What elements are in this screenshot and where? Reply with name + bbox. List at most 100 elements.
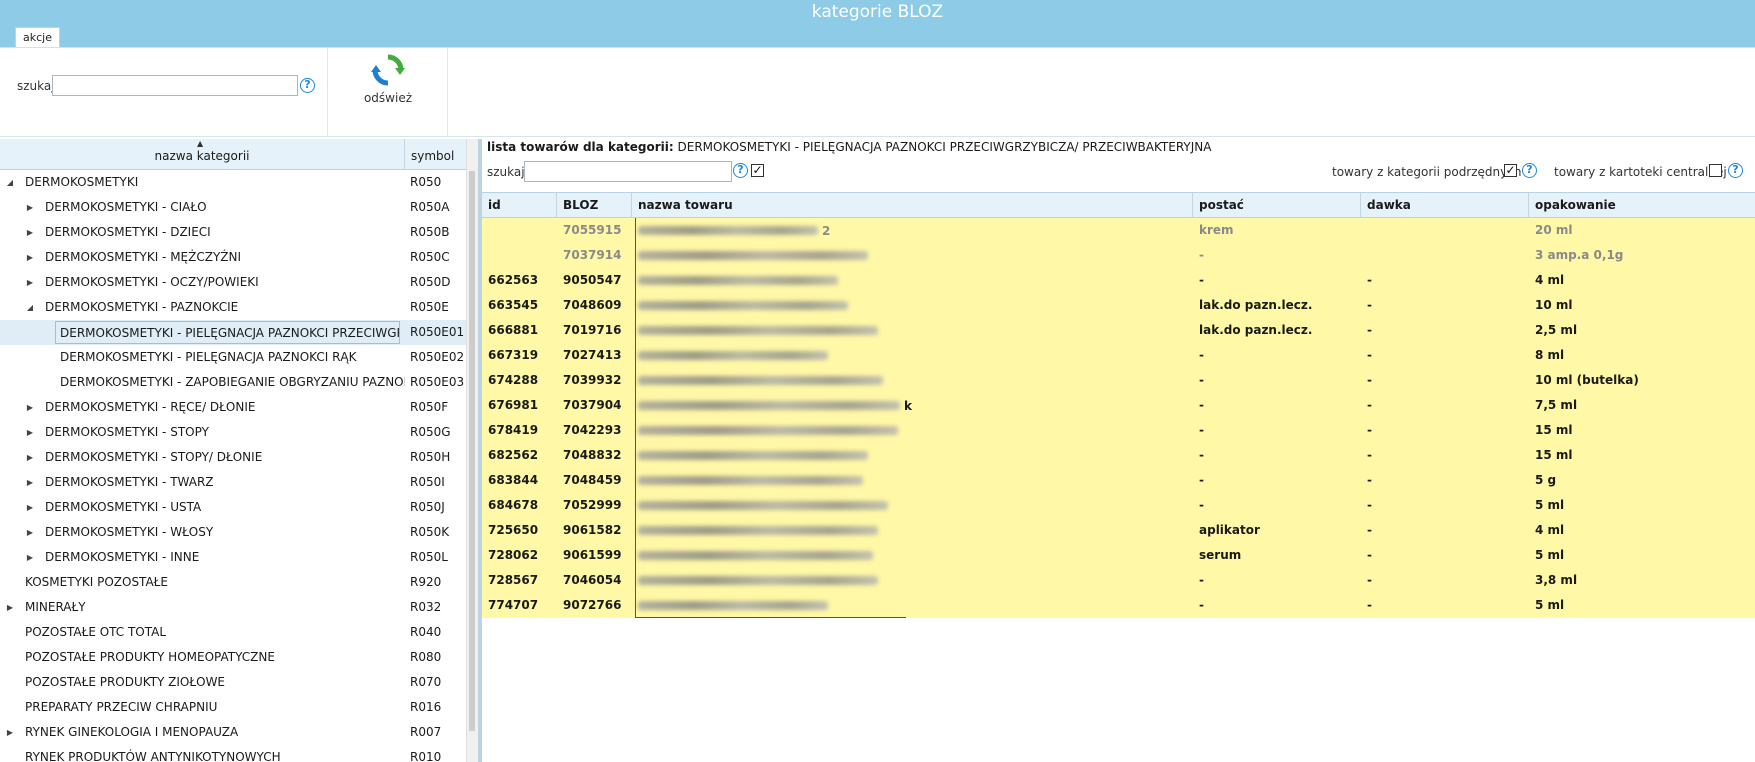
table-row[interactable]: 674288 7039932 - - 10 ml (butelka)	[482, 368, 1755, 393]
cell-product-name	[632, 493, 892, 519]
cell-id: 684678	[488, 498, 539, 512]
cell-dose: -	[1367, 548, 1372, 562]
tree-row[interactable]: DERMOKOSMETYKI - ZAPOBIEGANIE OBGRYZANIU…	[0, 370, 466, 395]
expand-arrow-icon[interactable]: ▶	[25, 520, 35, 545]
column-header-form[interactable]: postać	[1193, 193, 1361, 218]
expand-arrow-icon[interactable]: ▶	[25, 470, 35, 495]
central-checkbox[interactable]	[1709, 164, 1722, 177]
cell-bloz: 9050547	[563, 273, 622, 287]
table-row[interactable]: 684678 7052999 - - 5 ml	[482, 493, 1755, 518]
tree-row[interactable]: ▶ MINERAŁY R032	[0, 595, 466, 620]
tree-row[interactable]: ▶ DERMOKOSMETYKI - WŁOSY R050K	[0, 520, 466, 545]
refresh-button[interactable]: odśwież	[350, 53, 426, 113]
cell-product-name	[632, 468, 867, 494]
table-row[interactable]: 678419 7042293 - - 15 ml	[482, 418, 1755, 443]
tree-row[interactable]: DERMOKOSMETYKI - PIELĘGNACJA PAZNOKCI RĄ…	[0, 345, 466, 370]
tree-row[interactable]: ▶ DERMOKOSMETYKI - TWARZ R050I	[0, 470, 466, 495]
expand-arrow-icon[interactable]: ▶	[25, 245, 35, 270]
tree-row-name: POZOSTAŁE OTC TOTAL	[25, 625, 167, 639]
tree-row[interactable]: RYNEK PRODUKTÓW ANTYNIKOTYNOWYCH R010	[0, 745, 466, 762]
column-header-product-name[interactable]: nazwa towaru	[632, 193, 1193, 218]
table-row[interactable]: 774707 9072766 - - 5 ml	[482, 593, 1755, 618]
table-row[interactable]: 676981 7037904 - - 7,5 ml k	[482, 393, 1755, 418]
tree-row[interactable]: POZOSTAŁE OTC TOTAL R040	[0, 620, 466, 645]
tree-row[interactable]: ▶ DERMOKOSMETYKI - RĘCE/ DŁONIE R050F	[0, 395, 466, 420]
expand-arrow-icon[interactable]: ▶	[25, 220, 35, 245]
tree-row-name: DERMOKOSMETYKI - WŁOSY	[45, 525, 214, 539]
table-row[interactable]: 663545 7048609 lak.do pazn.lecz. - 10 ml	[482, 293, 1755, 318]
subcategories-checkbox[interactable]: ✓	[1504, 164, 1517, 177]
redacted-product-name	[638, 351, 828, 360]
search-option-checkbox[interactable]: ✓	[751, 164, 764, 177]
tree-scrollbar-thumb[interactable]	[469, 171, 475, 731]
table-row[interactable]: 7037914 - 3 amp.a 0,1g	[482, 243, 1755, 268]
cell-bloz: 9061599	[563, 548, 622, 562]
table-row[interactable]: 728567 7046054 - - 3,8 ml	[482, 568, 1755, 593]
cell-id: 678419	[488, 423, 539, 437]
column-header-bloz[interactable]: BLOZ	[557, 193, 632, 218]
table-row[interactable]: 666881 7019716 lak.do pazn.lecz. - 2,5 ml	[482, 318, 1755, 343]
column-header-dose[interactable]: dawka	[1361, 193, 1529, 218]
tree-row[interactable]: DERMOKOSMETYKI - PIELĘGNACJA PAZNOKCI PR…	[0, 320, 466, 345]
tree-row[interactable]: ▶ DERMOKOSMETYKI - CIAŁO R050A	[0, 195, 466, 220]
redacted-product-name	[638, 226, 818, 235]
ribbon-refresh-group: odśwież	[328, 48, 448, 137]
cell-form: lak.do pazn.lecz.	[1199, 298, 1313, 312]
table-row[interactable]: 725650 9061582 aplikator - 4 ml	[482, 518, 1755, 543]
tree-row-name: DERMOKOSMETYKI - RĘCE/ DŁONIE	[45, 400, 256, 414]
tree-row[interactable]: ▶ DERMOKOSMETYKI - STOPY/ DŁONIE R050H	[0, 445, 466, 470]
expand-arrow-icon[interactable]: ▶	[25, 495, 35, 520]
cell-product-name	[632, 593, 832, 619]
subcategories-help-icon[interactable]: ?	[1522, 163, 1537, 178]
column-header-symbol[interactable]: symbol	[411, 139, 454, 173]
expand-arrow-icon[interactable]: ▶	[25, 270, 35, 295]
tree-row[interactable]: ▶ DERMOKOSMETYKI - USTA R050J	[0, 495, 466, 520]
cell-product-name	[632, 518, 882, 544]
tree-row[interactable]: ▶ DERMOKOSMETYKI - STOPY R050G	[0, 420, 466, 445]
cell-dose: -	[1367, 448, 1372, 462]
tree-row[interactable]: ▶ DERMOKOSMETYKI - DZIECI R050B	[0, 220, 466, 245]
expand-arrow-icon[interactable]: ▶	[5, 720, 15, 745]
tree-row[interactable]: POZOSTAŁE PRODUKTY HOMEOPATYCZNE R080	[0, 645, 466, 670]
product-name-visible-tail: 2	[822, 224, 831, 238]
expand-arrow-icon[interactable]: ▶	[25, 395, 35, 420]
product-search-help-icon[interactable]: ?	[733, 163, 748, 178]
tree-row-symbol: R920	[410, 575, 442, 589]
cell-product-name	[632, 418, 902, 444]
tab-akcje[interactable]: akcje	[15, 27, 60, 48]
help-icon[interactable]: ?	[300, 78, 315, 93]
column-header-id[interactable]: id	[482, 193, 557, 218]
expand-arrow-icon[interactable]: ▶	[25, 545, 35, 570]
cell-form: -	[1199, 273, 1204, 287]
tree-row[interactable]: ▶ DERMOKOSMETYKI - MĘŻCZYŹNI R050C	[0, 245, 466, 270]
tree-row[interactable]: ◢ DERMOKOSMETYKI - PAZNOKCIE R050E	[0, 295, 466, 320]
table-row[interactable]: 7055915 krem 20 ml 2	[482, 218, 1755, 243]
central-help-icon[interactable]: ?	[1728, 163, 1743, 178]
tree-row[interactable]: POZOSTAŁE PRODUKTY ZIOŁOWE R070	[0, 670, 466, 695]
collapse-arrow-icon[interactable]: ◢	[25, 295, 35, 320]
table-row[interactable]: 682562 7048832 - - 15 ml	[482, 443, 1755, 468]
cell-id: 666881	[488, 323, 539, 337]
tree-row[interactable]: ▶ RYNEK GINEKOLOGIA I MENOPAUZA R007	[0, 720, 466, 745]
tree-row-symbol: R050E03	[410, 375, 465, 389]
table-row[interactable]: 667319 7027413 - - 8 ml	[482, 343, 1755, 368]
expand-arrow-icon[interactable]: ▶	[25, 445, 35, 470]
tree-row[interactable]: ▶ DERMOKOSMETYKI - OCZY/POWIEKI R050D	[0, 270, 466, 295]
tree-row[interactable]: PREPARATY PRZECIW CHRAPNIU R016	[0, 695, 466, 720]
tree-row[interactable]: KOSMETYKI POZOSTAŁE R920	[0, 570, 466, 595]
table-row[interactable]: 662563 9050547 - - 4 ml	[482, 268, 1755, 293]
expand-arrow-icon[interactable]: ▶	[25, 420, 35, 445]
expand-arrow-icon[interactable]: ▶	[5, 595, 15, 620]
tree-scrollbar[interactable]	[466, 139, 478, 762]
ribbon-search-input[interactable]	[52, 75, 298, 96]
expand-arrow-icon[interactable]: ▶	[25, 195, 35, 220]
collapse-arrow-icon[interactable]: ◢	[5, 170, 15, 195]
ribbon: szukaj ? odśwież	[0, 47, 1755, 137]
tree-row[interactable]: ◢ DERMOKOSMETYKI R050	[0, 170, 466, 195]
table-row[interactable]: 728062 9061599 serum - 5 ml	[482, 543, 1755, 568]
table-row[interactable]: 683844 7048459 - - 5 g	[482, 468, 1755, 493]
column-header-package[interactable]: opakowanie	[1529, 193, 1755, 218]
tree-row[interactable]: ▶ DERMOKOSMETYKI - INNE R050L	[0, 545, 466, 570]
product-search-input[interactable]	[524, 161, 732, 182]
column-header-category-name[interactable]: ▲ nazwa kategorii	[0, 139, 405, 170]
